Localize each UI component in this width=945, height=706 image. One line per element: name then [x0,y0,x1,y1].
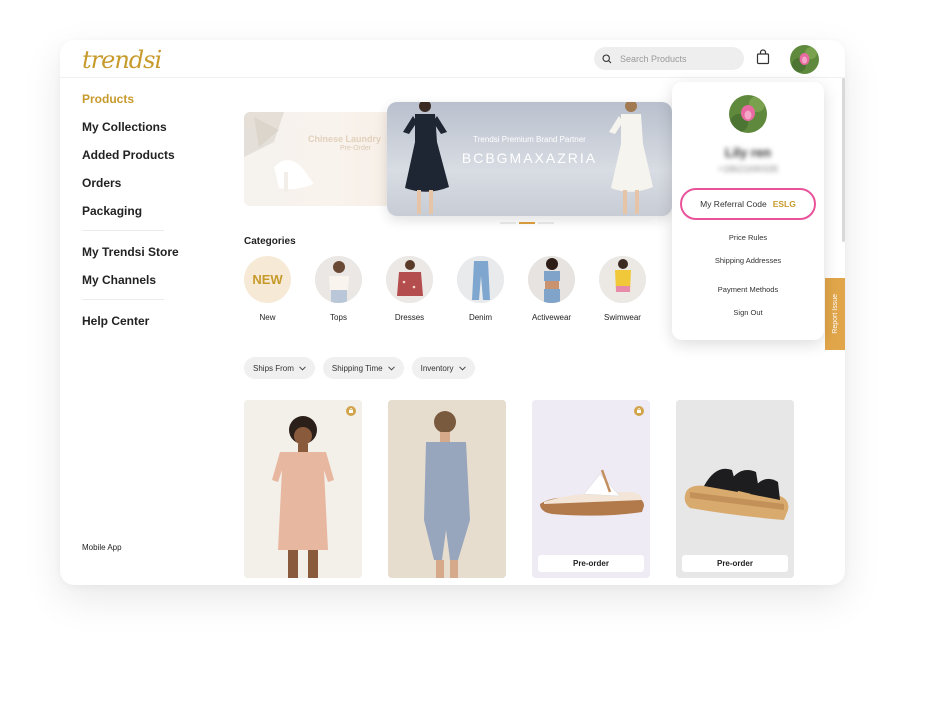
sidebar-divider [82,299,164,300]
filter-bar: Ships From Shipping Time Inventory [244,357,475,379]
report-issue-button[interactable]: Report Issue [825,278,845,350]
mobile-app-link[interactable]: Mobile App [82,543,122,552]
filter-label: Inventory [420,363,454,373]
header-divider [60,77,845,78]
dresses-thumbnail [386,256,433,303]
ships-from-filter[interactable]: Ships From [244,357,315,379]
referral-label: My Referral Code [700,199,767,209]
category-label: Activewear [531,313,572,322]
inventory-filter[interactable]: Inventory [411,357,475,379]
sidebar-item-packaging[interactable]: Packaging [82,204,182,218]
sidebar-divider [82,230,164,231]
category-swimwear[interactable]: Swimwear [599,256,670,322]
lotus-avatar-image [790,45,819,74]
brand-badge-icon [634,406,644,416]
tops-thumbnail [315,256,362,303]
white-sandal-image [532,400,650,578]
category-denim[interactable]: Denim [457,256,528,322]
banner-brand-name: BCBGMAXAZRIA [461,150,598,166]
category-new[interactable]: NEW New [244,256,315,322]
categories-list: NEW New Tops Dresses Denim Activewear Sw… [244,256,670,322]
product-card[interactable] [244,400,362,578]
page-scrollbar[interactable] [842,78,845,242]
shipping-time-filter[interactable]: Shipping Time [322,357,404,379]
filter-label: Ships From [253,363,294,373]
chevron-down-icon [458,365,466,371]
new-badge: NEW [244,256,291,303]
filter-label: Shipping Time [331,363,383,373]
carousel-dot-active[interactable] [519,222,535,224]
sidebar-item-my-collections[interactable]: My Collections [82,120,182,134]
app-window: trendsi Products My Collections Added Pr… [60,40,845,585]
sidebar-item-help-center[interactable]: Help Center [82,314,182,328]
brand-badge-icon [346,406,356,416]
banner-left-title: Chinese Laundry [308,134,382,144]
search-input[interactable] [620,53,730,64]
shipping-addresses-link[interactable]: Shipping Addresses [672,256,824,265]
black-platform-sandal-image [676,400,794,578]
report-issue-label: Report Issue [831,294,839,334]
preorder-label[interactable]: Pre-order [538,555,644,572]
sidebar-nav: Products My Collections Added Products O… [82,92,182,342]
search-icon [602,53,612,63]
shoe-promo-image [244,112,314,192]
swimwear-thumbnail [599,256,646,303]
preorder-label[interactable]: Pre-order [682,555,788,572]
product-card[interactable]: Pre-order [676,400,794,578]
shopping-bag-icon[interactable] [756,49,770,65]
referral-code[interactable]: ESLG [773,199,796,209]
categories-heading: Categories [244,236,296,247]
sidebar-item-my-channels[interactable]: My Channels [82,273,182,287]
category-tops[interactable]: Tops [315,256,386,322]
banner-left-subtitle: Pre-Order [340,145,372,152]
model-striped-romper-image [388,400,506,578]
carousel-dot[interactable] [538,222,554,224]
product-grid: Pre-order Pre-order [244,400,794,578]
chevron-down-icon [387,365,395,371]
banner-slide-current[interactable]: Trendsi Premium Brand Partner BCBGMAXAZR… [387,102,672,216]
sidebar-item-added-products[interactable]: Added Products [82,148,182,162]
sidebar-item-my-trendsi-store[interactable]: My Trendsi Store [82,245,182,259]
carousel-dot[interactable] [500,222,516,224]
banner-partner-text: Trendsi Premium Brand Partner [473,135,586,144]
user-avatar[interactable] [790,45,819,74]
referral-code-row[interactable]: My Referral Code ESLG [680,188,816,220]
profile-phone: +18621690335 [717,164,779,174]
product-card[interactable] [388,400,506,578]
search-bar[interactable] [594,47,744,70]
category-label: Swimwear [604,313,641,322]
banner-slide-previous[interactable]: Chinese Laundry Pre-Order [244,112,404,206]
category-activewear[interactable]: Activewear [528,256,599,322]
category-label: Dresses [394,313,425,322]
sidebar-item-orders[interactable]: Orders [82,176,182,190]
sidebar-item-products[interactable]: Products [82,92,182,106]
price-rules-link[interactable]: Price Rules [672,233,824,242]
category-label: Denim [468,313,493,322]
sign-out-link[interactable]: Sign Out [672,308,824,317]
chevron-down-icon [299,365,306,371]
lotus-avatar-image [729,95,767,133]
category-label: New [259,313,276,322]
denim-thumbnail [457,256,504,303]
carousel-indicators [500,222,554,224]
trendsi-logo[interactable]: trendsi [82,46,162,74]
category-label: Tops [330,313,347,322]
profile-avatar [729,95,767,133]
product-card[interactable]: Pre-order [532,400,650,578]
model-pink-romper-image [244,400,362,578]
payment-methods-link[interactable]: Payment Methods [672,285,824,294]
profile-dropdown: Lily ren +18621690335 My Referral Code E… [672,82,824,340]
profile-name: Lily ren [724,145,772,160]
category-dresses[interactable]: Dresses [386,256,457,322]
activewear-thumbnail [528,256,575,303]
